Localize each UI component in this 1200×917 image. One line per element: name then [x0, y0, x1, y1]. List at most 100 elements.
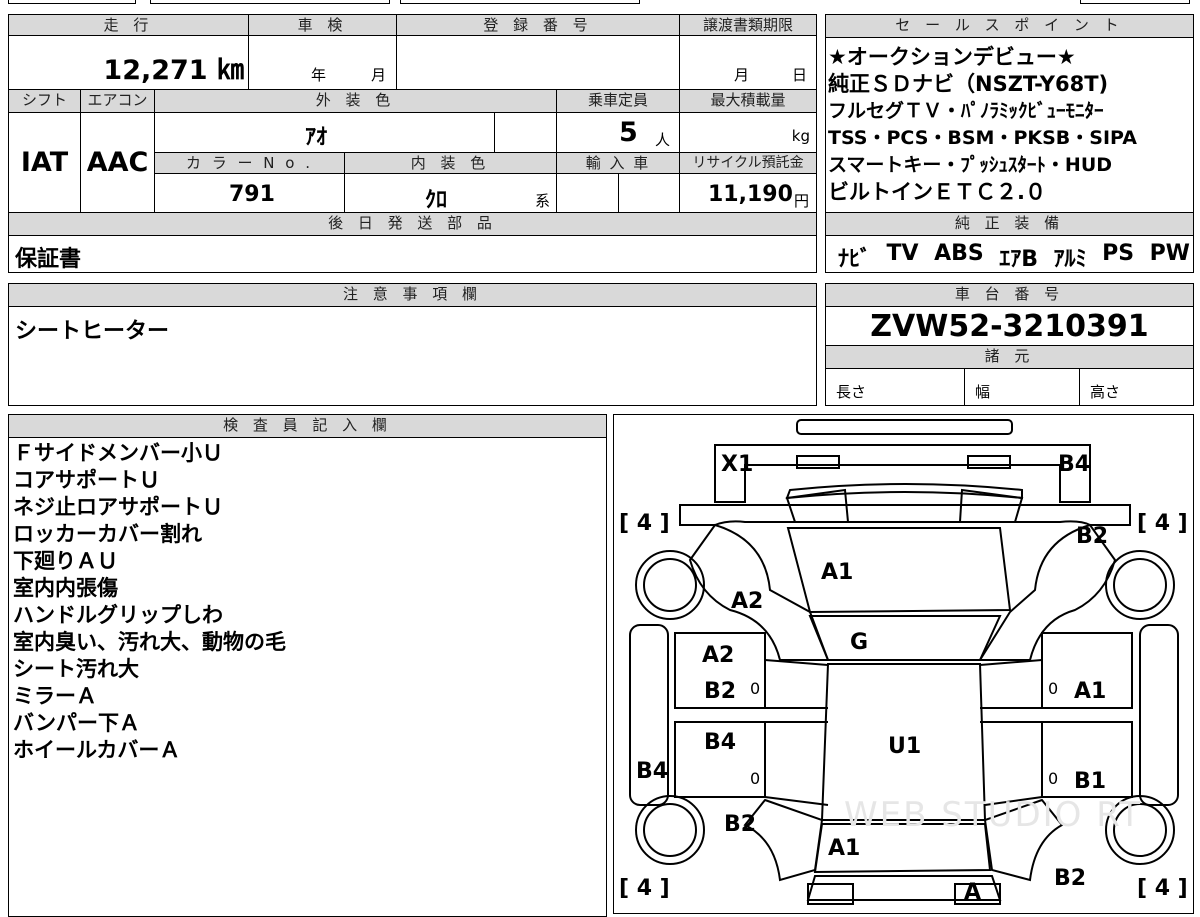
inspection-month: 月: [371, 66, 387, 84]
spec-length-label: 長さ: [836, 383, 867, 401]
header-max-load: 最大積載量: [679, 89, 817, 113]
damage-label: A1: [828, 836, 861, 861]
later-parts-value: 保証書: [15, 247, 82, 272]
interior-color-cell: ｸﾛ 系: [344, 173, 557, 213]
max-load-unit: kg: [791, 127, 810, 145]
windshield-shape: [808, 615, 1002, 661]
tire-count-fl: [ 4 ]: [619, 511, 670, 536]
inspector-cell: Ｆサイドメンバー小Ｕ コアサポートＵ ネジ止ロアサポートＵ ロッカーカバー割れ …: [8, 437, 607, 917]
notes-value: シートヒーター: [15, 319, 170, 344]
recycle-value: 11,190: [708, 182, 793, 207]
interior-color-value: ｸﾛ: [425, 188, 448, 213]
car-diagram-panel: WEB STUDIO RT [ 4 ] [ 4 ] [ 4 ] [ 4 ] X1…: [613, 414, 1194, 914]
door-zero: 0: [750, 769, 761, 788]
sales-point: 純正ＳＤナビ（NSZT-Y68T): [828, 72, 1109, 96]
inspector-line: コアサポートＵ: [13, 468, 160, 492]
inspection-cell: 年 月: [248, 35, 397, 90]
equipment-cell: ﾅﾋﾞ TV ABS ｴｱB ｱﾙﾐ PS PW: [825, 235, 1194, 273]
sales-point: ビルトインＥＴＣ２.０: [828, 180, 1046, 204]
inspector-line: ハンドルグリップしわ: [13, 603, 223, 627]
top-strip-cell: [150, 0, 390, 4]
front-outline-shape: [679, 504, 1131, 526]
equipment-item: ﾅﾋﾞ: [838, 247, 872, 272]
sales-point: ★オークションデビュー★: [828, 45, 1076, 69]
deadline-cell: 月 日: [679, 35, 817, 90]
interior-color-suffix: 系: [535, 192, 551, 210]
damage-label: A1: [821, 560, 854, 585]
equipment-item: PS: [1102, 241, 1135, 266]
exterior-color-cell: ｱｵ: [154, 112, 495, 153]
shift-value: IAT: [20, 147, 69, 178]
equipment-item: ｴｱB: [999, 247, 1039, 272]
exterior-color-extra: [494, 112, 557, 153]
tire-fl-shape: [635, 550, 705, 620]
header-chassis-number: 車 台 番 号: [825, 283, 1194, 307]
equipment-item: ｱﾙﾐ: [1053, 247, 1087, 272]
deadline-day: 日: [792, 66, 808, 84]
spec-height-label: 高さ: [1090, 383, 1121, 401]
inspector-line: ミラーＡ: [13, 684, 97, 708]
tire-fl-inner-shape: [643, 558, 697, 612]
header-interior-color: 内 装 色: [344, 152, 557, 174]
header-capacity: 乗車定員: [556, 89, 680, 113]
equipment-item: ABS: [934, 241, 984, 266]
damage-label: X1: [721, 452, 754, 477]
chassis-number-value: ZVW52-3210391: [870, 309, 1149, 344]
mileage-value: 12,271 ㎞: [103, 55, 244, 86]
damage-label: B4: [704, 730, 737, 755]
spec-height-cell: 高さ: [1079, 368, 1194, 406]
color-no-cell: 791: [154, 173, 345, 213]
header-import: 輸 入 車: [556, 152, 680, 174]
header-shift: シフト: [8, 89, 81, 113]
front-grille-shape: [967, 455, 1011, 469]
damage-label: A2: [731, 589, 764, 614]
damage-label: A1: [1074, 679, 1107, 704]
inspection-year: 年: [311, 66, 327, 84]
front-grille-shape: [796, 455, 840, 469]
tire-rl-shape: [635, 795, 705, 865]
top-strip: [0, 0, 1200, 8]
sill-right-shape: [1139, 624, 1179, 806]
recycle-cell: 11,190 円: [679, 173, 817, 213]
recycle-unit: 円: [794, 192, 810, 210]
header-exterior-color: 外 装 色: [154, 89, 557, 113]
damage-label: B2: [704, 679, 737, 704]
header-specs: 諸 元: [825, 345, 1194, 369]
inspector-line: 室内内張傷: [13, 576, 118, 600]
exterior-color-value: ｱｵ: [305, 125, 328, 150]
header-sales-points: セ ー ル ス ポ イ ン ト: [825, 14, 1194, 38]
damage-label: U1: [888, 734, 922, 759]
sales-point: TSS・PCS・BSM・PKSB・SIPA: [828, 127, 1137, 149]
damage-label: G: [850, 630, 869, 655]
damage-label: A2: [702, 643, 735, 668]
top-strip-cell: [1080, 0, 1190, 4]
header-notes: 注 意 事 項 欄: [8, 283, 817, 307]
chassis-number-cell: ZVW52-3210391: [825, 306, 1194, 346]
inspector-line: ホイールカバーＡ: [13, 738, 181, 762]
damage-label: B1: [1074, 769, 1107, 794]
inspector-line: 下廻りＡＵ: [13, 549, 118, 573]
tire-rl-inner-shape: [643, 803, 697, 857]
sales-point: スマートキー・ﾌﾟｯｼｭｽﾀｰﾄ・HUD: [828, 154, 1113, 176]
hood-top-shape: [785, 483, 1023, 500]
door-zero: 0: [750, 679, 761, 698]
registration-cell: [396, 35, 680, 90]
damage-label: B2: [1076, 524, 1109, 549]
tire-count-rl: [ 4 ]: [619, 876, 670, 901]
top-strip-cell: [400, 0, 640, 4]
damage-label: A: [964, 880, 982, 905]
door-zero: 0: [1048, 679, 1059, 698]
header-transfer-deadline: 譲渡書類期限: [679, 14, 817, 36]
inspector-line: 室内臭い、汚れ大、動物の毛: [13, 630, 286, 654]
mileage-cell: 12,271 ㎞: [8, 35, 249, 90]
deadline-month: 月: [734, 66, 750, 84]
header-mileage: 走 行: [8, 14, 249, 36]
header-inspector: 検 査 員 記 入 欄: [8, 414, 607, 438]
inspector-line: Ｆサイドメンバー小Ｕ: [13, 441, 223, 465]
tire-fr-inner-shape: [1113, 558, 1167, 612]
tire-count-rr: [ 4 ]: [1137, 876, 1188, 901]
sales-point: フルセグＴＶ・ﾊﾟﾉﾗﾐｯｸﾋﾞｭｰﾓﾆﾀｰ: [828, 100, 1104, 122]
front-bumper-shape: [796, 419, 1013, 435]
capacity-unit: 人: [655, 131, 671, 149]
aircon-cell: AAC: [80, 112, 155, 213]
